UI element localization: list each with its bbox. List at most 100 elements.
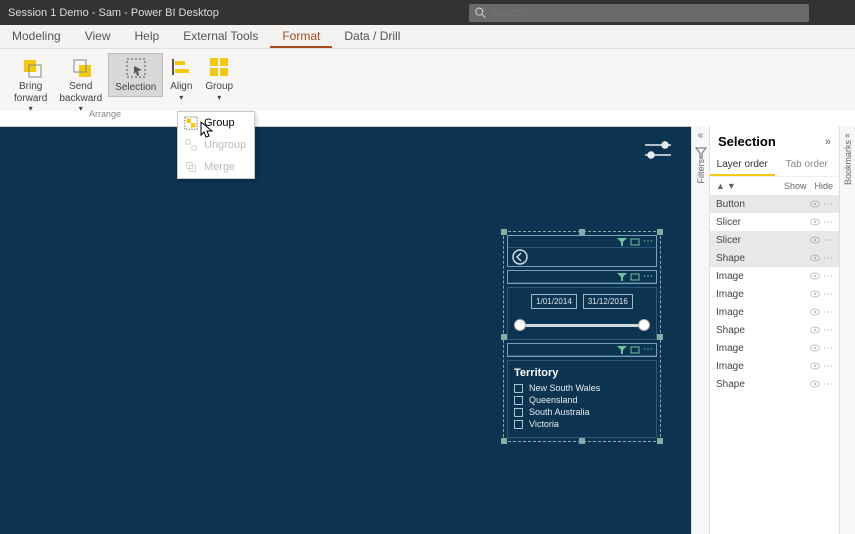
bring-forward-button[interactable]: Bring forward▾ — [8, 53, 53, 115]
territory-item[interactable]: South Australia — [514, 407, 650, 417]
ribbon-format: Bring forward▾ Send backward▾ Selection … — [0, 49, 855, 111]
resize-handle[interactable] — [501, 334, 507, 340]
visual-header-strip[interactable]: ⋯ — [507, 235, 657, 267]
layer-item[interactable]: Image⋯ — [710, 285, 839, 303]
layer-item[interactable]: Slicer ⋯ — [710, 213, 839, 231]
send-backward-button[interactable]: Send backward▾ — [53, 53, 108, 115]
move-down-icon[interactable]: ▼ — [727, 181, 736, 191]
more-icon[interactable]: ⋯ — [643, 236, 653, 247]
visual-placeholder[interactable]: ⋯ — [507, 343, 657, 357]
layer-item[interactable]: Image⋯ — [710, 267, 839, 285]
resize-handle[interactable] — [657, 229, 663, 235]
search-box[interactable] — [469, 4, 809, 22]
chevron-left-icon[interactable]: « — [845, 130, 850, 140]
more-icon[interactable]: ⋯ — [823, 289, 833, 300]
visibility-icon[interactable] — [810, 271, 820, 281]
visibility-icon[interactable] — [810, 361, 820, 371]
layer-item[interactable]: Slicer⋯ — [710, 231, 839, 249]
collapse-pane-icon[interactable]: » — [825, 136, 831, 148]
tab-order-tab[interactable]: Tab order — [775, 155, 840, 176]
visibility-icon[interactable] — [810, 235, 820, 245]
more-icon[interactable]: ⋯ — [823, 343, 833, 354]
focus-icon[interactable] — [630, 273, 640, 281]
tab-format[interactable]: Format — [270, 25, 332, 48]
tab-modeling[interactable]: Modeling — [0, 25, 73, 48]
resize-handle[interactable] — [657, 334, 663, 340]
filter-icon[interactable] — [617, 273, 627, 281]
tab-view[interactable]: View — [73, 25, 123, 48]
territory-slicer-visual[interactable]: Territory New South Wales Queensland Sou… — [507, 360, 657, 438]
layer-item[interactable]: Image⋯ — [710, 303, 839, 321]
back-arrow-icon[interactable] — [512, 249, 528, 265]
resize-handle[interactable] — [579, 438, 585, 444]
selection-button[interactable]: Selection — [108, 53, 163, 97]
report-canvas[interactable]: ⋯ ⋯ 1/01/2014 31/12/2016 — [0, 126, 691, 534]
tab-external-tools[interactable]: External Tools — [171, 25, 270, 48]
visibility-icon[interactable] — [810, 307, 820, 317]
more-icon[interactable]: ⋯ — [823, 307, 833, 318]
more-icon[interactable]: ⋯ — [823, 271, 833, 282]
align-button[interactable]: Align▾ — [163, 53, 199, 104]
visibility-icon[interactable] — [810, 253, 820, 263]
more-icon[interactable]: ⋯ — [823, 253, 833, 264]
tab-data-drill[interactable]: Data / Drill — [332, 25, 412, 48]
focus-icon[interactable] — [630, 346, 640, 354]
checkbox[interactable] — [514, 408, 523, 417]
selection-pane: Selection » Layer order Tab order ▲ ▼ Sh… — [709, 126, 839, 534]
checkbox[interactable] — [514, 396, 523, 405]
tab-help[interactable]: Help — [123, 25, 172, 48]
show-button[interactable]: Show — [784, 181, 807, 191]
territory-item[interactable]: New South Wales — [514, 383, 650, 393]
more-icon[interactable]: ⋯ — [823, 199, 833, 210]
checkbox[interactable] — [514, 420, 523, 429]
filter-icon[interactable] — [617, 346, 627, 354]
search-input[interactable] — [492, 7, 803, 19]
resize-handle[interactable] — [501, 229, 507, 235]
filter-icon[interactable] — [617, 238, 627, 246]
slider-thumb-right[interactable] — [638, 319, 650, 331]
selected-visuals-group[interactable]: ⋯ ⋯ 1/01/2014 31/12/2016 — [503, 231, 661, 442]
group-button[interactable]: Group▾ — [199, 53, 239, 104]
focus-icon[interactable] — [630, 238, 640, 246]
more-icon[interactable]: ⋯ — [643, 344, 653, 355]
layer-item[interactable]: Shape⋯ — [710, 375, 839, 393]
visibility-icon[interactable] — [810, 289, 820, 299]
date-slicer-visual[interactable]: 1/01/2014 31/12/2016 — [507, 287, 657, 340]
layer-item[interactable]: Button⋯ — [710, 195, 839, 213]
visibility-icon[interactable] — [810, 379, 820, 389]
menu-group[interactable]: Group — [178, 112, 254, 134]
layer-order-tab[interactable]: Layer order — [710, 155, 775, 176]
hide-button[interactable]: Hide — [814, 181, 833, 191]
visibility-icon[interactable] — [810, 217, 820, 227]
canvas-filter-toggle[interactable] — [643, 139, 673, 161]
layer-item[interactable]: Shape⋯ — [710, 249, 839, 267]
checkbox[interactable] — [514, 384, 523, 393]
date-to-box[interactable]: 31/12/2016 — [583, 294, 633, 309]
more-icon[interactable]: ⋯ — [823, 235, 833, 246]
visibility-icon[interactable] — [810, 199, 820, 209]
layer-item[interactable]: Shape⋯ — [710, 321, 839, 339]
layer-item-label: Slicer — [716, 217, 810, 228]
more-icon[interactable]: ⋯ — [823, 217, 833, 228]
territory-item[interactable]: Victoria — [514, 419, 650, 429]
resize-handle[interactable] — [579, 229, 585, 235]
filters-pane-collapsed[interactable]: « Filters — [691, 126, 709, 534]
visibility-icon[interactable] — [810, 325, 820, 335]
date-from-box[interactable]: 1/01/2014 — [531, 294, 577, 309]
layer-item[interactable]: Image⋯ — [710, 339, 839, 357]
more-icon[interactable]: ⋯ — [823, 379, 833, 390]
layer-item[interactable]: Image⋯ — [710, 357, 839, 375]
slider-thumb-left[interactable] — [514, 319, 526, 331]
resize-handle[interactable] — [657, 438, 663, 444]
bookmarks-pane-collapsed[interactable]: « Bookmarks — [839, 126, 855, 534]
more-icon[interactable]: ⋯ — [823, 361, 833, 372]
more-icon[interactable]: ⋯ — [643, 271, 653, 282]
visibility-icon[interactable] — [810, 343, 820, 353]
chevron-left-icon[interactable]: « — [698, 130, 704, 141]
more-icon[interactable]: ⋯ — [823, 325, 833, 336]
date-range-slider[interactable] — [516, 317, 648, 333]
move-up-icon[interactable]: ▲ — [716, 181, 725, 191]
visual-placeholder[interactable]: ⋯ — [507, 270, 657, 284]
territory-item[interactable]: Queensland — [514, 395, 650, 405]
resize-handle[interactable] — [501, 438, 507, 444]
